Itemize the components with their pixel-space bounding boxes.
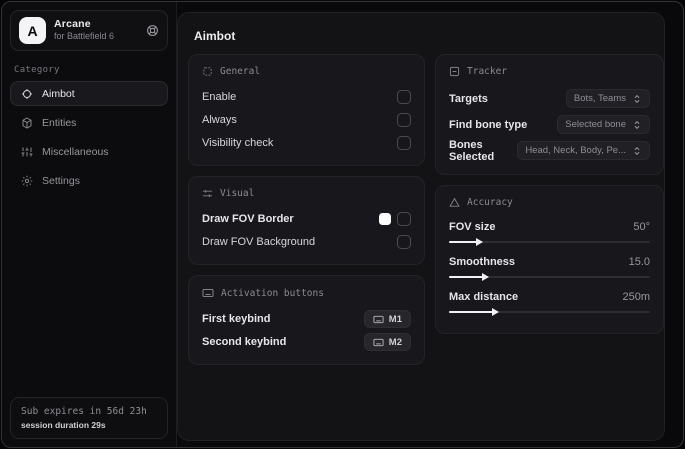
visibility-check-checkbox[interactable] xyxy=(397,136,411,150)
support-icon[interactable] xyxy=(146,24,159,37)
slider-group-max-distance: Max distance 250m xyxy=(449,287,650,316)
general-card: General Enable Always Visibility check xyxy=(188,54,425,166)
slider-label: FOV size xyxy=(449,221,496,233)
setting-row-second-keybind: Second keybind M2 xyxy=(202,331,411,353)
slider-value: 250m xyxy=(622,291,650,303)
sidebar-item-label: Entities xyxy=(42,116,77,129)
sidebar-item-settings[interactable]: Settings xyxy=(10,168,168,193)
tracker-card: Tracker Targets Bots, Teams Find bone ty… xyxy=(435,54,664,175)
category-label: Category xyxy=(14,65,60,75)
always-checkbox[interactable] xyxy=(397,113,411,127)
dropdown-value: Bots, Teams xyxy=(573,93,626,104)
setting-row-first-keybind: First keybind M1 xyxy=(202,308,411,330)
accuracy-icon xyxy=(449,197,460,208)
setting-label: Targets xyxy=(449,92,488,105)
slider-fill xyxy=(449,308,500,316)
setting-label: Visibility check xyxy=(202,137,274,149)
sidebar-item-label: Settings xyxy=(42,174,80,187)
accuracy-card: Accuracy FOV size 50° Smoothness 15.0 Ma… xyxy=(435,185,664,334)
setting-label: Draw FOV Background xyxy=(202,236,316,248)
setting-row-targets: Targets Bots, Teams xyxy=(449,86,650,111)
enable-checkbox[interactable] xyxy=(397,90,411,104)
sub-expires-text: Sub expires in 56d 23h xyxy=(21,406,147,417)
second-keybind-button[interactable]: M2 xyxy=(363,333,411,351)
setting-label: Second keybind xyxy=(202,336,287,348)
fov-size-slider[interactable] xyxy=(449,238,650,246)
chevrons-up-down-icon xyxy=(632,94,642,104)
page-title: Aimbot xyxy=(194,29,236,43)
session-duration-text: session duration 29s xyxy=(21,420,106,430)
bones-selected-dropdown[interactable]: Head, Neck, Body, Pe... xyxy=(517,141,650,160)
setting-label: Find bone type xyxy=(449,118,528,131)
gear-icon xyxy=(21,175,33,187)
card-title: General xyxy=(220,66,261,77)
slider-label: Max distance xyxy=(449,291,519,303)
brand-card: A Arcane for Battlefield 6 xyxy=(10,10,168,51)
keyboard-icon xyxy=(202,287,214,299)
setting-label: Always xyxy=(202,114,237,126)
smoothness-slider[interactable] xyxy=(449,273,650,281)
keybind-value: M1 xyxy=(388,313,402,325)
chevrons-up-down-icon xyxy=(632,120,642,130)
max-distance-slider[interactable] xyxy=(449,308,650,316)
setting-label: Draw FOV Border xyxy=(202,213,294,225)
sidebar-item-label: Aimbot xyxy=(42,87,75,100)
targets-dropdown[interactable]: Bots, Teams xyxy=(565,89,650,108)
fov-border-color-swatch[interactable] xyxy=(379,213,391,225)
sidebar: A Arcane for Battlefield 6 Category Aimb… xyxy=(2,2,177,447)
fov-border-checkbox[interactable] xyxy=(397,212,411,226)
sliders-icon xyxy=(21,146,33,158)
slider-label: Smoothness xyxy=(449,256,516,268)
app-subtitle: for Battlefield 6 xyxy=(54,31,115,42)
card-title: Accuracy xyxy=(467,197,513,208)
keyboard-icon xyxy=(373,314,384,325)
slider-group-fov-size: FOV size 50° xyxy=(449,217,650,246)
sidebar-item-label: Miscellaneous xyxy=(42,145,109,158)
keybind-value: M2 xyxy=(388,336,402,348)
setting-row-bones-selected: Bones Selected Head, Neck, Body, Pe... xyxy=(449,138,650,163)
crosshair-icon xyxy=(21,88,33,100)
card-title: Activation buttons xyxy=(221,287,324,299)
slider-fill xyxy=(449,273,490,281)
entities-icon xyxy=(21,116,33,129)
slider-group-smoothness: Smoothness 15.0 xyxy=(449,252,650,281)
first-keybind-button[interactable]: M1 xyxy=(363,310,411,328)
general-icon xyxy=(202,66,213,77)
dropdown-value: Head, Neck, Body, Pe... xyxy=(525,145,626,156)
slider-fill xyxy=(449,238,484,246)
sidebar-item-entities[interactable]: Entities xyxy=(10,110,168,135)
setting-label: Bones Selected xyxy=(449,138,495,163)
slider-value: 50° xyxy=(633,221,650,233)
setting-row-enable: Enable xyxy=(202,86,411,108)
activation-card: Activation buttons First keybind M1 Seco… xyxy=(188,275,425,365)
find-bone-type-dropdown[interactable]: Selected bone xyxy=(557,115,650,134)
visual-card: Visual Draw FOV Border Draw FOV Backgrou… xyxy=(188,176,425,265)
main-panel: Aimbot General Enable Always Visibility … xyxy=(177,12,665,441)
sidebar-item-miscellaneous[interactable]: Miscellaneous xyxy=(10,139,168,164)
setting-row-visibility-check: Visibility check xyxy=(202,132,411,154)
tracker-icon xyxy=(449,66,460,77)
sidebar-nav: Aimbot Entities Miscellaneous Settings xyxy=(10,81,168,193)
slider-value: 15.0 xyxy=(628,256,650,268)
app-name: Arcane xyxy=(54,18,91,31)
sidebar-item-aimbot[interactable]: Aimbot xyxy=(10,81,168,106)
subscription-box: Sub expires in 56d 23h session duration … xyxy=(10,397,168,439)
app-logo: A xyxy=(19,17,46,44)
setting-row-fov-border: Draw FOV Border xyxy=(202,208,411,230)
setting-label: First keybind xyxy=(202,313,271,325)
app-window: A Arcane for Battlefield 6 Category Aimb… xyxy=(1,1,684,448)
chevrons-up-down-icon xyxy=(632,146,642,156)
setting-row-fov-background: Draw FOV Background xyxy=(202,231,411,253)
dropdown-value: Selected bone xyxy=(565,119,626,130)
setting-label: Enable xyxy=(202,91,237,103)
visual-icon xyxy=(202,188,213,199)
card-title: Tracker xyxy=(467,66,508,77)
card-title: Visual xyxy=(220,188,255,199)
keyboard-icon xyxy=(373,337,384,348)
fov-background-checkbox[interactable] xyxy=(397,235,411,249)
setting-row-find-bone-type: Find bone type Selected bone xyxy=(449,112,650,137)
setting-row-always: Always xyxy=(202,109,411,131)
